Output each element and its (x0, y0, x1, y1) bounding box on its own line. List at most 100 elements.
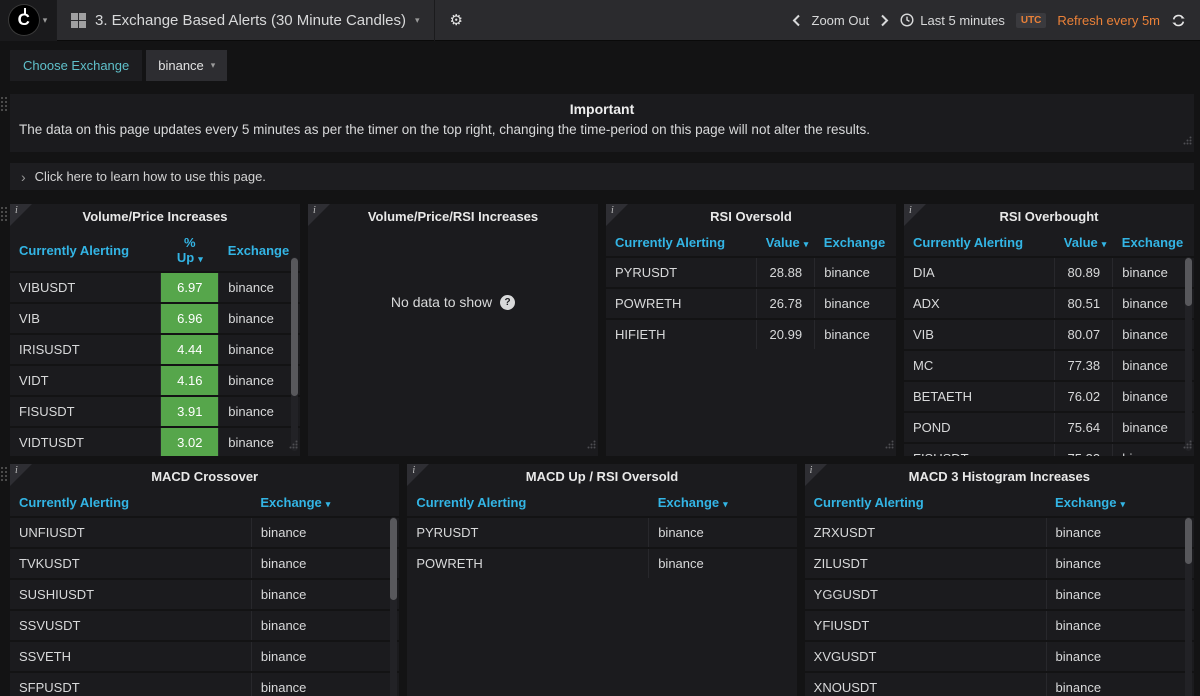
symbol-cell: POND (904, 412, 1055, 443)
exchange-variable-picker: Choose Exchange binance ▾ (10, 50, 227, 81)
value-cell: 76.02 (1055, 381, 1113, 412)
exchange-variable-dropdown[interactable]: binance ▾ (146, 50, 227, 81)
table-row: VIDTUSDT3.02binance (10, 427, 300, 456)
symbol-cell: SSVETH (10, 641, 251, 672)
value-cell: 6.96 (161, 303, 219, 334)
column-header-pct-up[interactable]: % Up▾ (161, 230, 219, 272)
panel-resize-handle[interactable] (587, 436, 596, 454)
dashboard-title-menu[interactable]: 3. Exchange Based Alerts (30 Minute Cand… (56, 0, 435, 41)
panel-resize-handle[interactable] (289, 436, 298, 454)
column-header-currently-alerting[interactable]: Currently Alerting (10, 230, 161, 272)
settings-gear-icon[interactable]: ⚙ (435, 11, 478, 29)
column-header-currently-alerting[interactable]: Currently Alerting (805, 490, 1046, 517)
table-row: SUSHIUSDTbinance (10, 579, 399, 610)
column-header-exchange[interactable]: Exchange (1113, 230, 1194, 257)
scrollbar-thumb[interactable] (291, 258, 298, 396)
symbol-cell: IRISUSDT (10, 334, 161, 365)
row-drag-handle[interactable] (1, 207, 7, 221)
panel-title[interactable]: RSI Overbought (904, 204, 1194, 230)
collapsed-help-row[interactable]: › Click here to learn how to use this pa… (10, 163, 1194, 190)
exchange-cell: binance (1113, 412, 1194, 443)
value-cell: 75.64 (1055, 412, 1113, 443)
info-corner-icon[interactable]: i (904, 204, 926, 226)
symbol-cell: SFPUSDT (10, 672, 251, 696)
time-shift-back-button[interactable] (792, 14, 801, 27)
symbol-cell: BETAETH (904, 381, 1055, 412)
exchange-variable-label[interactable]: Choose Exchange (10, 50, 142, 81)
exchange-cell: binance (649, 548, 797, 578)
panel-volume-price-rsi-increases: i Volume/Price/RSI Increases No data to … (308, 204, 598, 456)
sort-caret-down-icon: ▾ (198, 254, 203, 264)
help-circle-icon[interactable]: ? (500, 295, 515, 310)
time-shift-forward-button[interactable] (880, 14, 889, 27)
scrollbar-thumb[interactable] (1185, 258, 1192, 306)
panel-resize-handle[interactable] (1183, 132, 1192, 150)
alerts-table: Currently Alerting Value▾ Exchange PYRUS… (606, 230, 896, 349)
exchange-cell: binance (1113, 381, 1194, 412)
column-header-currently-alerting[interactable]: Currently Alerting (10, 490, 251, 517)
exchange-cell: binance (1113, 288, 1194, 319)
info-corner-icon[interactable]: i (606, 204, 628, 226)
symbol-cell: TVKUSDT (10, 548, 251, 579)
no-data-message: No data to show ? (308, 294, 598, 310)
column-header-exchange[interactable]: Exchange▾ (649, 490, 797, 517)
sort-caret-down-icon: ▾ (1120, 499, 1125, 509)
table-row: VIB6.96binance (10, 303, 300, 334)
panel-title[interactable]: RSI Oversold (606, 204, 896, 230)
column-header-value[interactable]: Value▾ (757, 230, 815, 257)
info-corner-icon[interactable]: i (308, 204, 330, 226)
exchange-cell: binance (1046, 672, 1194, 696)
table-row: DIA80.89binance (904, 257, 1194, 288)
info-corner-icon[interactable]: i (10, 464, 32, 486)
symbol-cell: ZILUSDT (805, 548, 1046, 579)
row-drag-handle[interactable] (1, 97, 7, 111)
exchange-cell: binance (219, 303, 300, 334)
table-row: HIFIETH20.99binance (606, 319, 896, 349)
column-header-currently-alerting[interactable]: Currently Alerting (904, 230, 1055, 257)
value-cell: 4.16 (161, 365, 219, 396)
exchange-cell: binance (1046, 579, 1194, 610)
sort-caret-down-icon: ▾ (326, 499, 331, 509)
panel-macd-3-histogram-increases: i MACD 3 Histogram Increases Currently A… (805, 464, 1194, 696)
column-header-currently-alerting[interactable]: Currently Alerting (407, 490, 648, 517)
column-header-currently-alerting[interactable]: Currently Alerting (606, 230, 757, 257)
panel-title[interactable]: MACD 3 Histogram Increases (805, 464, 1194, 490)
exchange-cell: binance (1046, 548, 1194, 579)
alerts-table: Currently Alerting Value▾ Exchange DIA80… (904, 230, 1194, 456)
panel-title[interactable]: Volume/Price Increases (10, 204, 300, 230)
refresh-icon[interactable] (1171, 13, 1186, 28)
value-cell: 20.99 (757, 319, 815, 349)
info-corner-icon[interactable]: i (10, 204, 32, 226)
info-corner-icon[interactable]: i (407, 464, 429, 486)
panel-volume-price-increases: i Volume/Price Increases Currently Alert… (10, 204, 300, 456)
panel-title[interactable]: MACD Crossover (10, 464, 399, 490)
scrollbar-thumb[interactable] (1185, 518, 1192, 564)
zoom-out-button[interactable]: Zoom Out (812, 13, 870, 28)
panel-resize-handle[interactable] (1183, 436, 1192, 454)
column-header-exchange[interactable]: Exchange (815, 230, 896, 257)
dashboard-body: Important The data on this page updates … (0, 81, 1200, 696)
column-header-exchange[interactable]: Exchange (219, 230, 300, 272)
table-row: SFPUSDTbinance (10, 672, 399, 696)
panel-title[interactable]: Volume/Price/RSI Increases (308, 204, 598, 230)
refresh-interval-label[interactable]: Refresh every 5m (1057, 13, 1160, 28)
panel-resize-handle[interactable] (885, 436, 894, 454)
timezone-badge[interactable]: UTC (1016, 13, 1047, 28)
time-range-picker[interactable]: Last 5 minutes (900, 13, 1005, 28)
value-cell: 80.07 (1055, 319, 1113, 350)
logo-icon: C (9, 5, 39, 35)
exchange-cell: binance (815, 319, 896, 349)
column-header-exchange[interactable]: Exchange▾ (1046, 490, 1194, 517)
symbol-cell: VIB (904, 319, 1055, 350)
scrollbar-thumb[interactable] (390, 518, 397, 600)
row-drag-handle[interactable] (1, 467, 7, 481)
column-header-exchange[interactable]: Exchange▾ (251, 490, 399, 517)
column-header-value[interactable]: Value▾ (1055, 230, 1113, 257)
info-corner-icon[interactable]: i (805, 464, 827, 486)
app-logo[interactable]: C ▾ (0, 0, 56, 41)
table-row: ADX80.51binance (904, 288, 1194, 319)
exchange-cell: binance (1113, 350, 1194, 381)
panel-title[interactable]: MACD Up / RSI Oversold (407, 464, 796, 490)
symbol-cell: POWRETH (606, 288, 757, 319)
symbol-cell: UNFIUSDT (10, 517, 251, 548)
